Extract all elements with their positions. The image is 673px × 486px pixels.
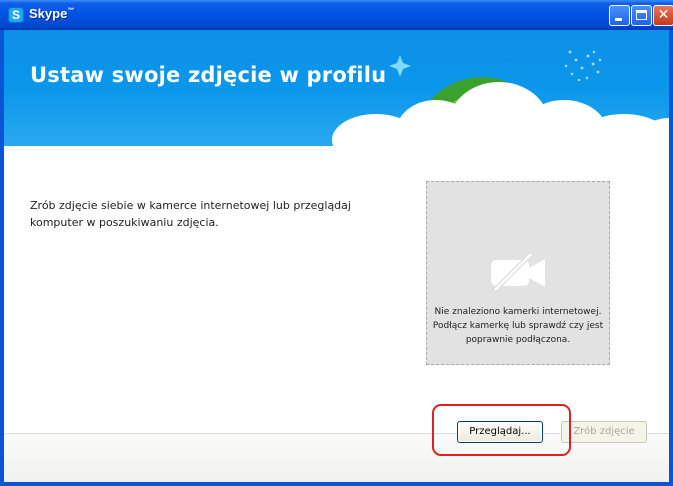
title-bar[interactable]: S Skype™ ✕	[0, 0, 673, 30]
cloud-illustration	[332, 82, 669, 146]
sparkle-dots	[564, 50, 602, 82]
window-title: Skype™	[29, 6, 74, 21]
maximize-button[interactable]	[631, 5, 652, 26]
header-banner: Ustaw swoje zdjęcie w profilu	[4, 30, 669, 146]
sparkle-star-icon	[389, 55, 411, 77]
close-button[interactable]: ✕	[653, 5, 673, 26]
skype-app-icon: S	[8, 7, 24, 23]
camera-preview: Nie znaleziono kamerki internetowej. Pod…	[426, 181, 610, 365]
window-title-text: Skype	[29, 6, 68, 21]
no-camera-icon	[491, 252, 545, 292]
trademark-mark: ™	[67, 7, 75, 15]
instruction-text: Zrób zdjęcie siebie w kamerce internetow…	[30, 199, 351, 229]
close-icon: ✕	[657, 7, 670, 23]
skype-window: S Skype™ ✕ Ustaw swoje zdjęcie w profilu…	[0, 0, 673, 486]
minimize-button[interactable]	[609, 5, 630, 26]
no-webcam-message: Nie znaleziono kamerki internetowej. Pod…	[432, 307, 604, 345]
highlight-annotation	[432, 404, 571, 456]
take-photo-button[interactable]: Zrób zdjęcie	[561, 421, 647, 443]
page-title: Ustaw swoje zdjęcie w profilu	[30, 63, 387, 87]
banner-artwork	[332, 50, 669, 146]
